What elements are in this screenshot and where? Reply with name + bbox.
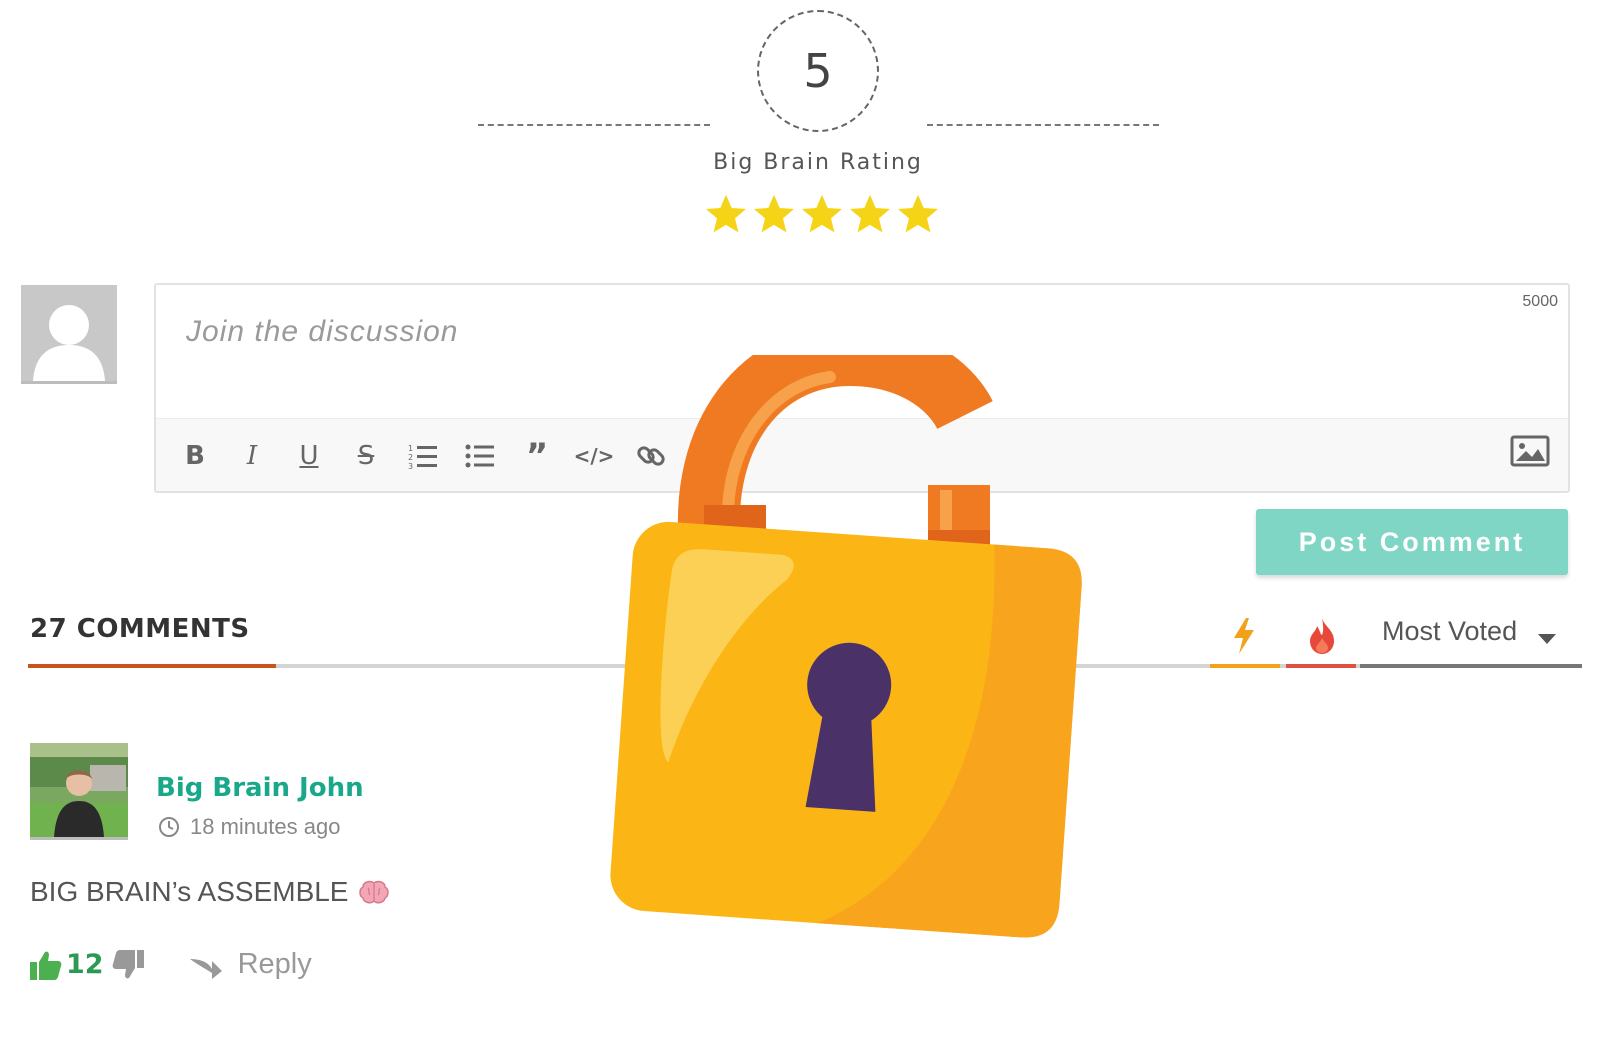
strikethrough-icon[interactable]: S	[347, 437, 385, 475]
chevron-down-icon	[1538, 634, 1556, 644]
star-icon	[898, 194, 938, 233]
sort-selected-label: Most Voted	[1382, 616, 1518, 646]
svg-text:3: 3	[408, 462, 413, 470]
sort-hot-button[interactable]	[1286, 612, 1356, 668]
commenter-avatar[interactable]	[30, 743, 128, 840]
avatar-photo	[30, 743, 128, 837]
bold-icon[interactable]: B	[176, 437, 214, 475]
svg-text:2: 2	[408, 453, 413, 462]
image-icon[interactable]	[1510, 435, 1550, 471]
comments-tab-indicator	[28, 664, 276, 668]
vote-count: 12	[66, 949, 104, 980]
star-icon	[754, 194, 794, 233]
comment-body: BIG BRAIN’s ASSEMBLE	[30, 876, 389, 908]
rating-label: Big Brain Rating	[713, 150, 923, 175]
reply-arrow-icon	[189, 958, 222, 979]
user-avatar-placeholder	[21, 285, 117, 384]
rating-value: 5	[803, 44, 833, 98]
user-icon	[21, 285, 117, 381]
sort-newest-button[interactable]	[1210, 612, 1280, 668]
comment-text: BIG BRAIN’s ASSEMBLE	[30, 876, 349, 907]
char-limit-counter: 5000	[1522, 293, 1558, 310]
reply-button[interactable]: Reply	[188, 948, 312, 981]
sort-most-voted-dropdown[interactable]: Most Voted	[1360, 612, 1582, 668]
clock-icon	[159, 817, 179, 837]
rating-value-circle: 5	[757, 10, 879, 132]
post-comment-button[interactable]: Post Comment	[1256, 509, 1568, 575]
ordered-list-icon[interactable]: 123	[404, 437, 442, 475]
star-icon	[706, 194, 746, 233]
svg-text:1: 1	[408, 444, 413, 453]
comment-timestamp: 18 minutes ago	[158, 814, 340, 840]
sort-voted-underline	[1360, 664, 1582, 668]
flame-icon	[1310, 618, 1334, 654]
comment-actions: 12 Reply	[30, 948, 312, 981]
comments-count: 27 COMMENTS	[30, 614, 250, 644]
underline-icon[interactable]: U	[290, 437, 328, 475]
rating-divider-right	[927, 124, 1159, 126]
reply-label: Reply	[237, 948, 312, 980]
brain-icon	[358, 880, 389, 904]
sort-hot-underline	[1286, 664, 1356, 668]
sort-newest-underline	[1210, 664, 1280, 668]
comment-input[interactable]: Join the discussion	[186, 315, 458, 349]
rating-divider-left	[478, 124, 710, 126]
star-icon	[802, 194, 842, 233]
lightning-icon	[1234, 618, 1254, 654]
unordered-list-icon[interactable]	[461, 437, 499, 475]
comment-time-text: 18 minutes ago	[190, 814, 341, 839]
blockquote-icon[interactable]: ”	[518, 436, 556, 476]
star-icon	[850, 194, 890, 233]
thumbs-down-icon[interactable]	[112, 949, 144, 980]
thumbs-up-icon[interactable]	[30, 950, 62, 980]
comment-author[interactable]: Big Brain John	[156, 773, 364, 803]
rating-stars	[704, 192, 940, 236]
padlock-icon	[610, 355, 1082, 938]
italic-icon[interactable]: I	[233, 437, 271, 475]
